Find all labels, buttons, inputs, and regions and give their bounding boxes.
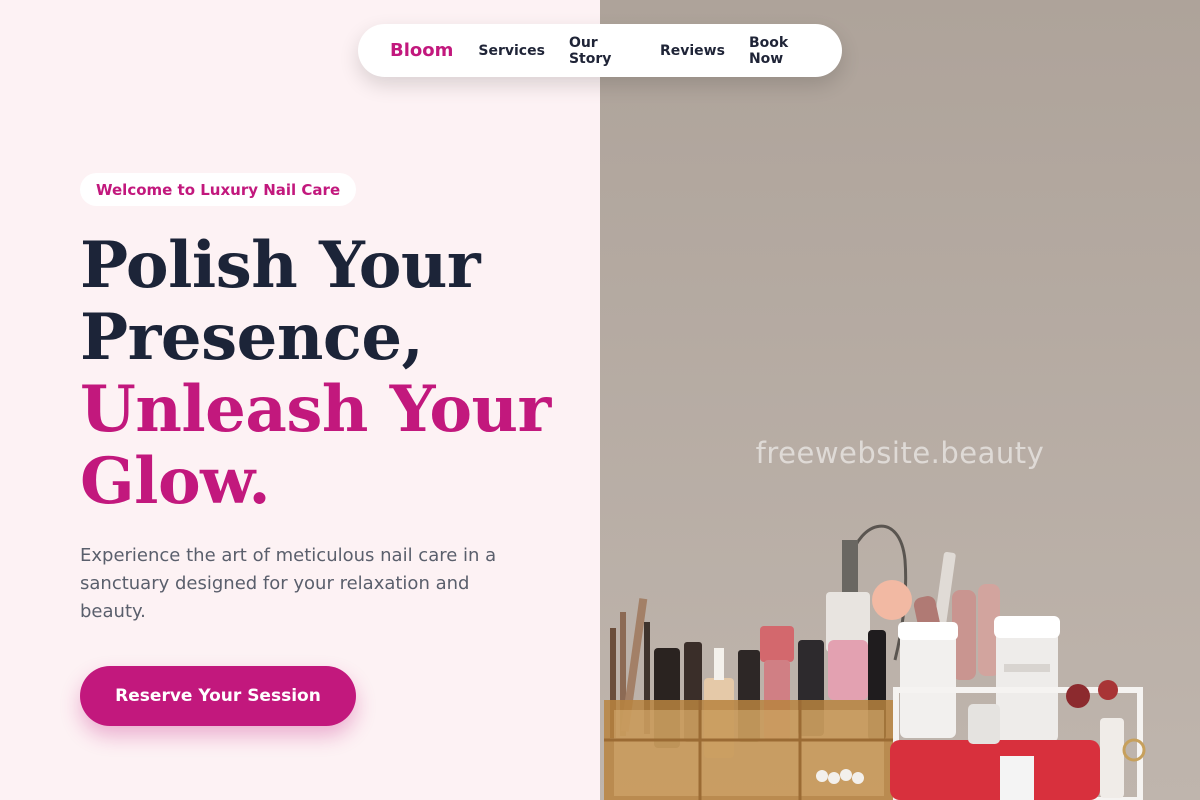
headline-line-1: Polish Your [80,228,481,303]
watermark-text: freewebsite.beauty [755,436,1045,470]
nav-link-book-now[interactable]: Book Now [749,35,818,67]
headline-line-4: Glow. [80,444,271,519]
headline-line-3: Unleash Your [80,372,551,447]
reserve-session-button[interactable]: Reserve Your Session [80,666,356,726]
hero-photo [600,0,1200,800]
hero-description: Experience the art of meticulous nail ca… [80,545,497,622]
nav-link-reviews[interactable]: Reviews [660,43,725,59]
welcome-badge: Welcome to Luxury Nail Care [80,173,357,206]
nav-link-services[interactable]: Services [478,43,545,59]
nav-link-our-story[interactable]: Our Story [569,35,636,67]
top-navigation: Bloom Services Our Story Reviews Book No… [358,24,842,77]
brand-logo[interactable]: Bloom [390,40,453,61]
nail-supplies-illustration [600,0,1200,800]
hero-headline: Polish Your Presence, Unleash Your Glow. [80,230,551,518]
headline-line-2: Presence, [80,300,424,375]
